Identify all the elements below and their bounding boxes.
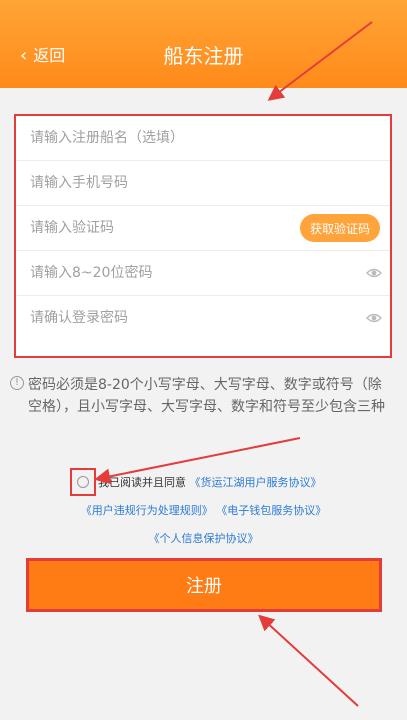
arrow-to-form xyxy=(267,21,373,101)
arrow-to-register xyxy=(258,614,359,707)
arrow-to-checkbox xyxy=(94,437,301,485)
annotation-arrows xyxy=(94,21,373,707)
